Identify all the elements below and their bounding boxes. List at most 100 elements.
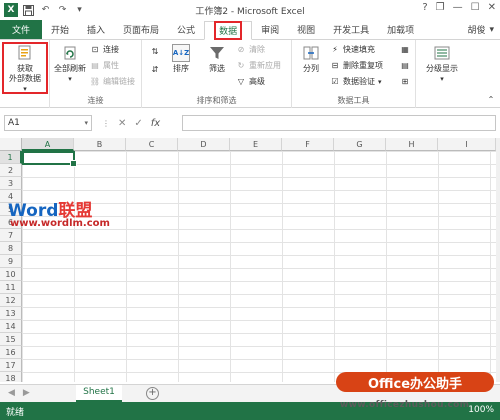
- tab-page-layout[interactable]: 页面布局: [114, 20, 168, 39]
- ribbon-tabs: 文件 开始 插入 页面布局 公式 数据 审阅 视图 开发工具 加载项 胡俊 ▾: [0, 20, 500, 40]
- help-icon[interactable]: ?: [422, 2, 427, 13]
- row-header[interactable]: 11: [0, 281, 22, 294]
- sort-button[interactable]: A↓Z 排序: [166, 44, 196, 74]
- what-if-button[interactable]: ▤: [400, 60, 410, 70]
- outline-button[interactable]: 分级显示 ▾: [420, 44, 464, 84]
- reapply-button[interactable]: ↻ 重新应用: [236, 60, 281, 71]
- row-header[interactable]: 9: [0, 255, 22, 268]
- flash-fill-label: 快速填充: [343, 45, 375, 54]
- edit-links-button[interactable]: ⛓ 编辑链接: [90, 76, 135, 87]
- column-header[interactable]: H: [386, 138, 438, 151]
- remove-duplicates-icon: ⊟: [331, 61, 339, 70]
- tab-view[interactable]: 视图: [288, 20, 324, 39]
- sort-desc-icon: ⇵: [151, 64, 159, 74]
- column-header[interactable]: I: [438, 138, 496, 151]
- collapse-ribbon-button[interactable]: ⌃: [486, 94, 496, 104]
- properties-button[interactable]: ▤ 属性: [90, 60, 119, 71]
- worksheet-grid[interactable]: A B C D E F G H I 1 2 3 4 5 6 7 8 9 10 1…: [0, 138, 496, 382]
- what-if-icon: ▤: [401, 60, 409, 70]
- row-header[interactable]: 17: [0, 359, 22, 372]
- add-sheet-button[interactable]: +: [146, 387, 159, 400]
- title-bar: X ↶ ↷ ▾ 工作簿2 - Microsoft Excel ? ❐ — ☐ ✕: [0, 0, 500, 20]
- user-account[interactable]: 胡俊 ▾: [467, 20, 500, 39]
- connections-label: 连接: [103, 45, 119, 54]
- refresh-all-button[interactable]: 全部刷新 ▾: [52, 44, 88, 84]
- tab-data[interactable]: 数据: [204, 21, 253, 40]
- clear-button[interactable]: ⊘ 清除: [236, 44, 265, 55]
- active-cell[interactable]: [22, 151, 77, 167]
- close-button[interactable]: ✕: [488, 2, 496, 13]
- cell-gridlines[interactable]: [22, 151, 496, 382]
- advanced-filter-icon: ▽: [237, 77, 245, 86]
- consolidate-button[interactable]: ▦: [400, 44, 410, 54]
- sort-desc-button[interactable]: ⇵: [150, 64, 160, 74]
- filter-button[interactable]: 筛选: [202, 44, 232, 74]
- sort-asc-button[interactable]: ⇅: [150, 46, 160, 56]
- connections-button[interactable]: ⊡ 连接: [90, 44, 119, 55]
- tab-developer[interactable]: 开发工具: [324, 20, 378, 39]
- tab-insert[interactable]: 插入: [78, 20, 114, 39]
- tab-addins[interactable]: 加载项: [378, 20, 423, 39]
- prev-sheet-icon[interactable]: ◀: [8, 388, 15, 398]
- row-header[interactable]: 13: [0, 307, 22, 320]
- wordlm-url: www.wordlm.com: [10, 218, 110, 229]
- tab-home[interactable]: 开始: [42, 20, 78, 39]
- cancel-icon[interactable]: ✕: [118, 118, 126, 129]
- formula-input[interactable]: [182, 115, 496, 131]
- column-header[interactable]: B: [74, 138, 126, 151]
- column-header[interactable]: G: [334, 138, 386, 151]
- refresh-all-label: 全部刷新: [54, 64, 86, 73]
- row-header[interactable]: 18: [0, 372, 22, 382]
- row-header[interactable]: 16: [0, 346, 22, 359]
- column-header[interactable]: D: [178, 138, 230, 151]
- insert-function-icon[interactable]: fx: [151, 118, 160, 129]
- remove-duplicates-button[interactable]: ⊟ 删除重复项: [330, 60, 383, 71]
- chevron-down-icon: ▾: [378, 77, 382, 86]
- relationships-button[interactable]: ⊞: [400, 76, 410, 86]
- flash-fill-button[interactable]: ⚡ 快速填充: [330, 44, 375, 55]
- formula-buttons: ⋮ ✕ ✓ fx: [96, 115, 166, 131]
- minimize-button[interactable]: —: [453, 2, 463, 13]
- row-header[interactable]: 12: [0, 294, 22, 307]
- relationships-icon: ⊞: [401, 76, 409, 86]
- tab-review[interactable]: 审阅: [252, 20, 288, 39]
- next-sheet-icon[interactable]: ▶: [23, 388, 30, 398]
- row-header[interactable]: 1: [0, 151, 22, 164]
- name-box[interactable]: A1 ▾: [4, 115, 92, 131]
- sort-az-icon: A↓Z: [172, 44, 190, 62]
- reapply-label: 重新应用: [249, 61, 281, 70]
- row-header[interactable]: 8: [0, 242, 22, 255]
- row-header[interactable]: 15: [0, 333, 22, 346]
- group-sort-filter: ⇅ ⇵ A↓Z 排序 筛选 ⊘ 清除 ↻ 重新应用 ▽ 高级 排序和筛选: [142, 40, 292, 108]
- column-header[interactable]: C: [126, 138, 178, 151]
- enter-icon[interactable]: ✓: [134, 118, 142, 129]
- advanced-button[interactable]: ▽ 高级: [236, 76, 265, 87]
- chevron-down-icon: ▾: [440, 75, 444, 83]
- vertical-scrollbar[interactable]: [496, 138, 500, 382]
- tab-formulas[interactable]: 公式: [168, 20, 204, 39]
- row-header[interactable]: 2: [0, 164, 22, 177]
- column-header[interactable]: F: [282, 138, 334, 151]
- text-to-columns-icon: [302, 44, 320, 62]
- tab-file[interactable]: 文件: [0, 20, 42, 39]
- ribbon-data: 获取 外部数据 ▾ 全部刷新 ▾ ⊡ 连接 ▤ 属性 ⛓ 编辑链接 连接 ⇅ ⇵ A↓…: [0, 40, 500, 108]
- text-to-columns-button[interactable]: 分列: [296, 44, 326, 74]
- office-url-watermark: www.officezhushou.com: [340, 400, 470, 410]
- data-validation-button[interactable]: ☑ 数据验证 ▾: [330, 76, 382, 87]
- row-header[interactable]: 14: [0, 320, 22, 333]
- maximize-button[interactable]: ☐: [471, 2, 480, 13]
- ribbon-display-icon[interactable]: ❐: [436, 2, 445, 13]
- row-header[interactable]: 10: [0, 268, 22, 281]
- group-label-data-tools: 数据工具: [337, 96, 370, 105]
- data-validation-label: 数据验证: [343, 77, 375, 86]
- zoom-level[interactable]: 100%: [468, 405, 494, 415]
- sheet-tab[interactable]: Sheet1: [76, 385, 122, 402]
- column-header[interactable]: A: [22, 138, 74, 151]
- chevron-down-icon: ▾: [68, 75, 72, 83]
- advanced-label: 高级: [249, 77, 265, 86]
- row-header[interactable]: 7: [0, 229, 22, 242]
- formula-bar: A1 ▾ ⋮ ✕ ✓ fx: [0, 112, 500, 134]
- select-all-corner[interactable]: [0, 138, 22, 151]
- column-header[interactable]: E: [230, 138, 282, 151]
- row-header[interactable]: 3: [0, 177, 22, 190]
